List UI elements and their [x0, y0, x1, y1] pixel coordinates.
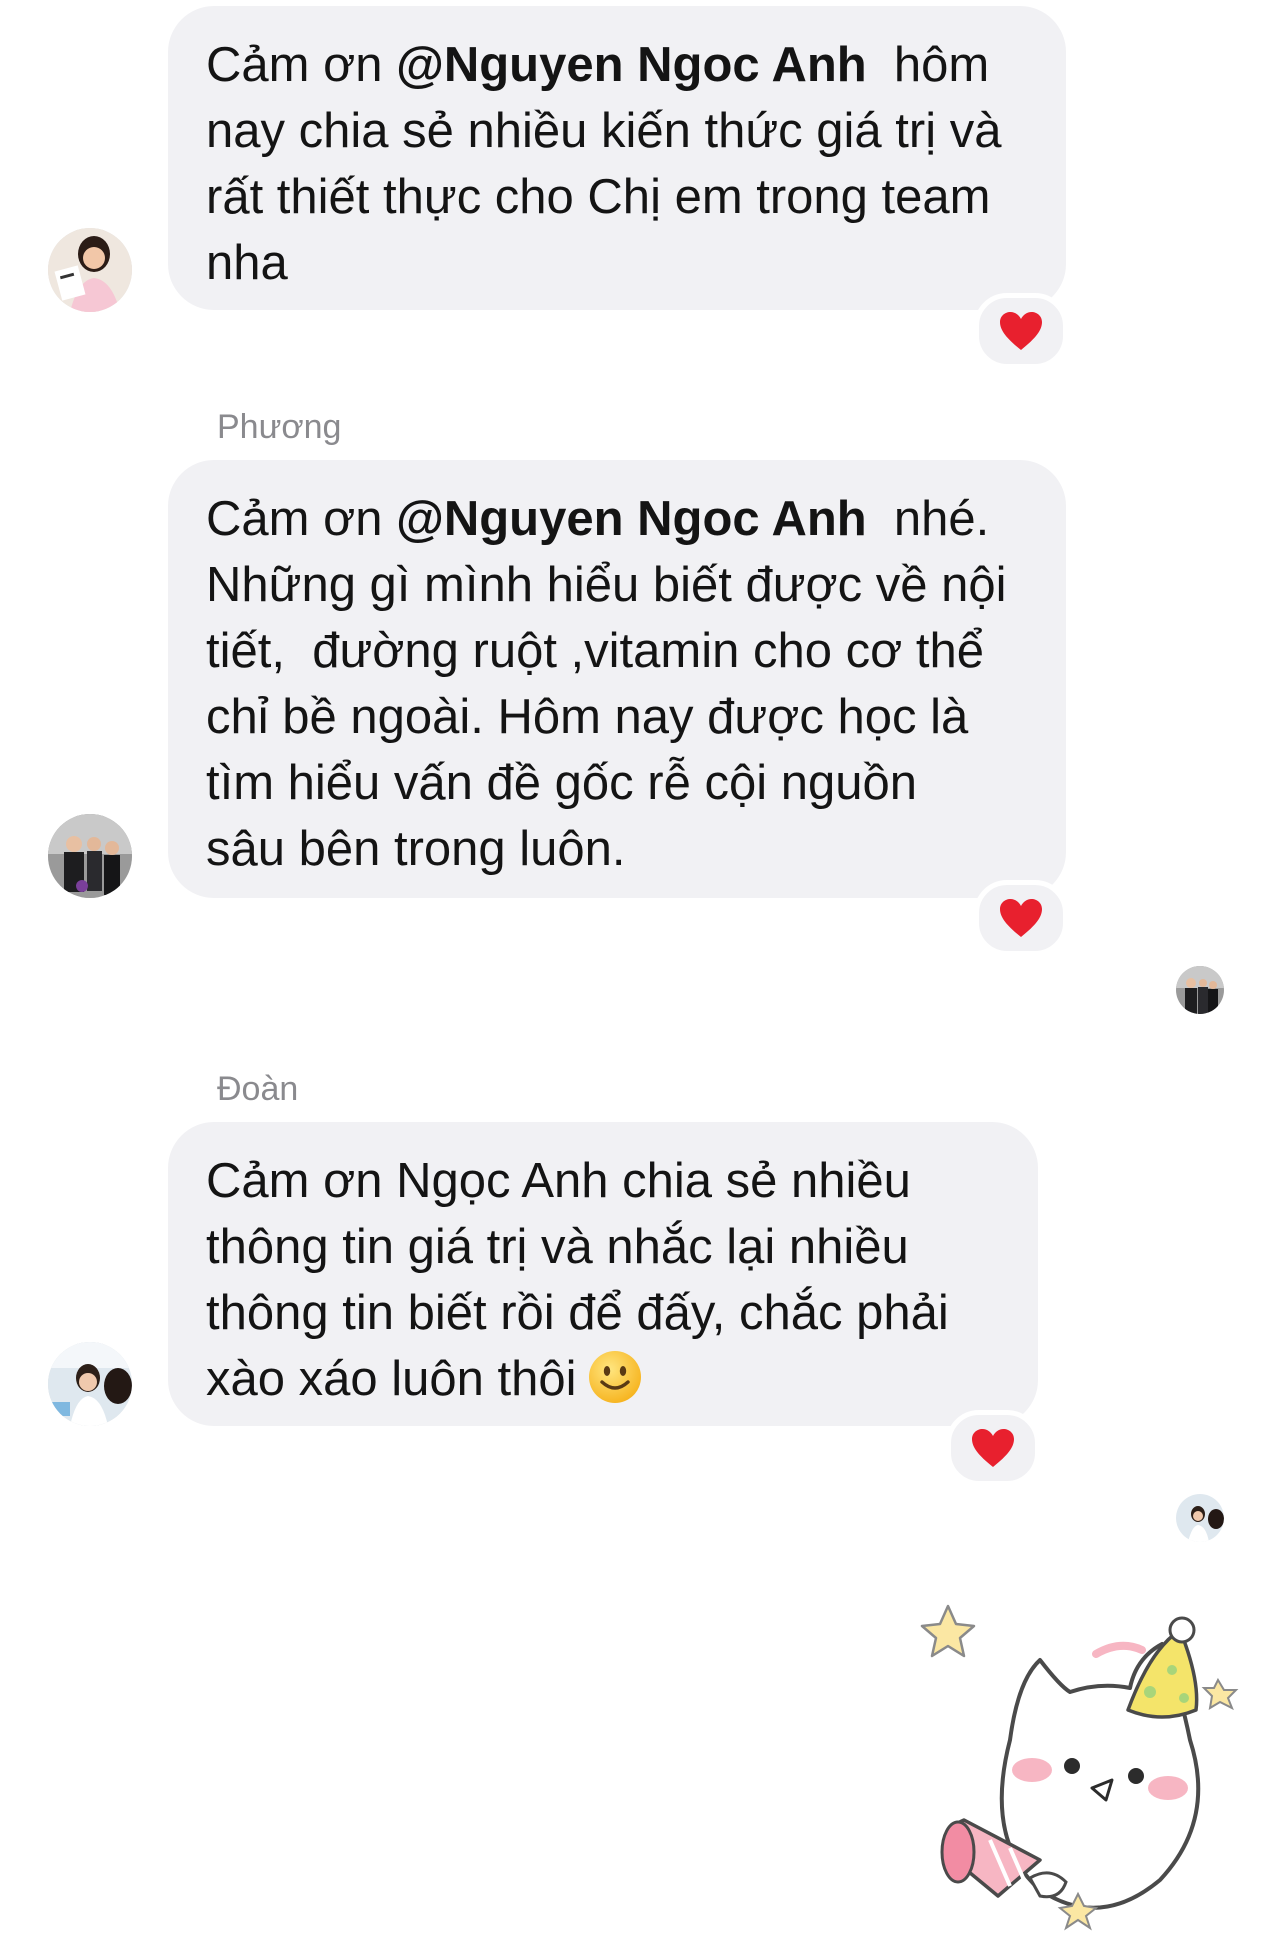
reaction-badge[interactable] [946, 1410, 1040, 1486]
mention-link[interactable]: @Nguyen Ngoc Anh [396, 38, 867, 92]
message-bubble[interactable]: Cảm ơn @Nguyen Ngoc Anh nhé. Những gì mì… [168, 460, 1066, 898]
seen-receipt-avatar [1176, 1494, 1224, 1542]
message-line: chỉ bề ngoài. Hôm nay được học là [206, 690, 969, 744]
heart-icon [1000, 312, 1042, 350]
message-line: Cảm ơn @Nguyen Ngoc Anh hôm [206, 38, 990, 92]
avatar[interactable] [48, 228, 132, 312]
message-line: thông tin giá trị và nhắc lại nhiều [206, 1220, 909, 1274]
avatar-photo [48, 814, 132, 898]
message-line: nay chia sẻ nhiều kiến thức giá trị và [206, 104, 1002, 158]
heart-icon [1000, 899, 1042, 937]
seen-receipt-avatar [1176, 966, 1224, 1014]
message-line: xào xáo luôn thôi [206, 1346, 1000, 1412]
message-line: tiết, đường ruột ,vitamin cho cơ thể [206, 624, 984, 678]
avatar-photo [1176, 1494, 1224, 1542]
avatar-photo [48, 1342, 132, 1426]
avatar[interactable] [48, 814, 132, 898]
message-bubble[interactable]: Cảm ơn @Nguyen Ngoc Anh hôm nay chia sẻ … [168, 6, 1066, 310]
reaction-badge[interactable] [974, 293, 1068, 369]
message-line: Cảm ơn @Nguyen Ngoc Anh nhé. [206, 492, 990, 546]
sender-name: Đoàn [217, 1070, 299, 1108]
mention-link[interactable]: @Nguyen Ngoc Anh [396, 492, 867, 546]
avatar-photo [48, 228, 132, 312]
avatar[interactable] [48, 1342, 132, 1426]
message-line: Cảm ơn Ngọc Anh chia sẻ nhiều [206, 1154, 911, 1208]
message-line: nha [206, 236, 288, 290]
heart-icon [972, 1429, 1014, 1467]
slightly-smiling-face-emoji [588, 1351, 641, 1403]
party-cat-sticker[interactable] [900, 1590, 1270, 1960]
avatar-photo [1176, 966, 1224, 1014]
message-line: tìm hiểu vấn đề gốc rễ cội nguồn [206, 756, 917, 810]
reaction-badge[interactable] [974, 880, 1068, 956]
message-line: sâu bên trong luôn. [206, 822, 626, 876]
sender-name: Phương [217, 408, 342, 446]
message-line: thông tin biết rồi để đấy, chắc phải [206, 1286, 949, 1340]
message-line: rất thiết thực cho Chị em trong team [206, 170, 991, 224]
message-line: Những gì mình hiểu biết được về nội [206, 558, 1007, 612]
message-bubble[interactable]: Cảm ơn Ngọc Anh chia sẻ nhiều thông tin … [168, 1122, 1038, 1426]
